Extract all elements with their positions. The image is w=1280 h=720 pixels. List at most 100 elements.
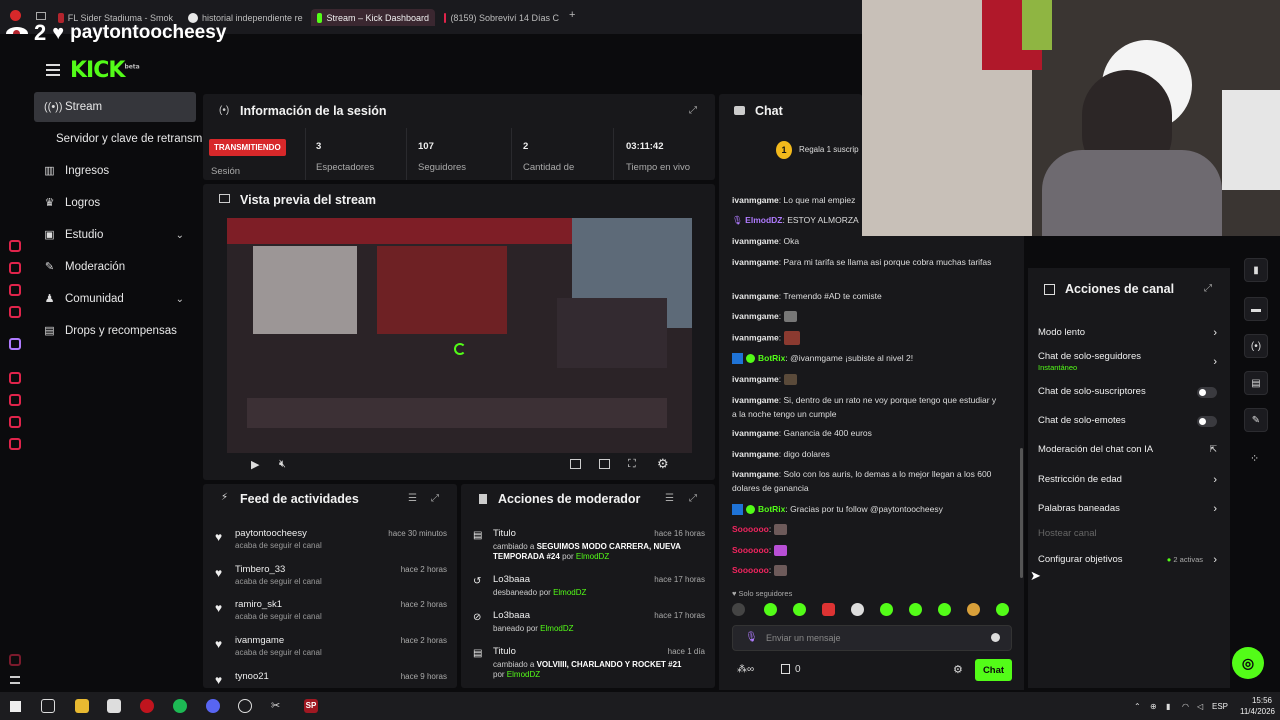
emote-icon[interactable] <box>822 603 835 616</box>
discord-icon[interactable] <box>206 699 220 713</box>
emote-icon <box>783 374 797 386</box>
chat-message-input[interactable]: 🎙︎ Enviar un mensaje <box>732 625 1012 651</box>
tray-volume-icon[interactable]: ◁ <box>1197 702 1203 711</box>
sidebar-item-moderacion[interactable]: ✎ Moderación <box>34 252 196 282</box>
emote-icon[interactable] <box>764 603 777 616</box>
action-age-restriction[interactable]: Restricción de edad › <box>1038 474 1223 486</box>
chat-scrollbar[interactable] <box>1020 448 1023 578</box>
expand-icon[interactable]: ⤢ <box>1204 283 1212 294</box>
capcut-icon[interactable]: ✂ <box>271 699 285 713</box>
new-tab-button[interactable]: + <box>569 9 575 21</box>
rail-item-icon[interactable] <box>9 394 21 406</box>
emote-icon[interactable] <box>851 603 864 616</box>
points-icon[interactable]: ⁂∞ <box>737 664 754 675</box>
rail-session-icon[interactable]: ▮ <box>1244 258 1268 282</box>
obs-icon[interactable] <box>238 699 252 713</box>
sidebar-item-ingresos[interactable]: ▥ Ingresos <box>34 156 196 186</box>
action-slow-mode[interactable]: Modo lento › <box>1038 327 1223 339</box>
play-icon[interactable]: ▶ <box>251 458 259 471</box>
kick-logo[interactable]: KICKbeta <box>70 58 140 83</box>
store-icon[interactable] <box>107 699 121 713</box>
tray-language[interactable]: ESP <box>1212 702 1228 711</box>
rail-item-icon[interactable] <box>9 438 21 450</box>
fullscreen-icon[interactable]: ⛶ <box>628 458 636 471</box>
tray-wifi-icon[interactable]: ◠ <box>1182 702 1189 711</box>
expand-icon[interactable]: ⤢ <box>689 105 697 116</box>
mute-icon[interactable]: 🔇︎ <box>279 458 286 471</box>
spotify-icon[interactable] <box>173 699 187 713</box>
heart-icon: ♥ <box>732 589 737 598</box>
emote-icon[interactable] <box>996 603 1009 616</box>
rail-item-icon[interactable] <box>9 372 21 384</box>
rail-chat-icon[interactable]: ▬ <box>1244 297 1268 321</box>
action-banned-words[interactable]: Palabras baneadas › <box>1038 503 1223 515</box>
list-item: ⊘ Lo3baaa hace 17 horas baneado por Elmo… <box>473 610 705 633</box>
overlay-username: paytontoocheesy <box>70 22 227 43</box>
tray-network-icon[interactable]: ⊕ <box>1150 702 1157 711</box>
emote-icon[interactable] <box>967 603 980 616</box>
mic-icon[interactable]: 🎙︎ <box>745 632 758 643</box>
stream-preview-video[interactable] <box>227 218 692 453</box>
task-view-icon[interactable] <box>41 699 55 713</box>
action-followers-only[interactable]: Chat de solo-seguidores Instantáneo › <box>1038 351 1223 375</box>
rail-users-icon[interactable]: ⁘ <box>1250 452 1259 465</box>
title-icon: ▤ <box>473 648 483 659</box>
live-status-badge: TRANSMITIENDO <box>209 139 286 156</box>
subscribers-only-toggle[interactable] <box>1197 387 1217 398</box>
sidebar-item-stream[interactable]: ((•)) Stream <box>34 92 196 122</box>
chat-message: ivanmgame: Para mi tarifa se llama asi p… <box>732 257 992 267</box>
rail-item-icon[interactable] <box>9 240 21 252</box>
rail-item-icon[interactable] <box>9 654 21 666</box>
action-ai-moderation[interactable]: Moderación del chat con IA ⇱ <box>1038 444 1223 455</box>
emote-icon[interactable] <box>732 603 745 616</box>
rail-item-icon[interactable] <box>9 416 21 428</box>
emote-icon[interactable] <box>880 603 893 616</box>
opera-gx-icon[interactable] <box>140 699 154 713</box>
gift-icon[interactable] <box>781 664 790 674</box>
sidebar-item-server-key[interactable]: Servidor y clave de retransmisión <box>34 124 202 154</box>
tab-list-icon[interactable] <box>36 12 46 20</box>
sidebar-item-drops[interactable]: ▤ Drops y recompensas <box>34 316 196 346</box>
rail-item-icon[interactable] <box>9 284 21 296</box>
rail-mod-icon[interactable]: ▤ <box>1244 371 1268 395</box>
gift-count-badge[interactable]: 1 <box>776 141 792 159</box>
emote-icon[interactable] <box>909 603 922 616</box>
file-explorer-icon[interactable] <box>75 699 89 713</box>
rail-menu-icon[interactable] <box>10 676 20 684</box>
help-headset-icon[interactable]: ◎ <box>1232 647 1264 679</box>
action-configure-goals[interactable]: Configurar objetivos ● 2 activas › <box>1038 554 1223 566</box>
theater-icon[interactable] <box>599 459 610 469</box>
emotes-only-toggle[interactable] <box>1197 416 1217 427</box>
emote-icon[interactable] <box>938 603 951 616</box>
sidebar-item-estudio[interactable]: ▣ Estudio ⌄ <box>34 220 196 250</box>
chat-send-button[interactable]: Chat <box>975 659 1012 681</box>
chat-settings-gear-icon[interactable]: ⚙ <box>953 663 963 676</box>
tray-chevron-icon[interactable]: ⌃ <box>1134 702 1141 711</box>
windows-start-icon[interactable] <box>10 701 21 712</box>
action-subscribers-only[interactable]: Chat de solo-suscriptores <box>1038 386 1223 398</box>
filter-icon[interactable]: ☰ <box>665 493 674 504</box>
sider-app-icon[interactable]: SP <box>304 699 318 713</box>
mini-player-icon[interactable] <box>570 459 581 469</box>
sidebar-item-comunidad[interactable]: ♟ Comunidad ⌄ <box>34 284 196 314</box>
tray-mic-icon[interactable]: ▮ <box>1166 702 1170 711</box>
gift-sub-text[interactable]: Regala 1 suscrip <box>799 145 862 154</box>
rail-broadcast-icon[interactable]: (•) <box>1244 334 1268 358</box>
rail-wrench-icon[interactable]: ✎ <box>1244 408 1268 432</box>
hamburger-menu-icon[interactable] <box>46 64 60 76</box>
emote-icon[interactable] <box>793 603 806 616</box>
settings-gear-icon[interactable]: ⚙ <box>657 456 669 472</box>
sidebar-item-logros[interactable]: ♛ Logros <box>34 188 196 218</box>
expand-icon[interactable]: ⤢ <box>689 493 697 504</box>
expand-icon[interactable]: ⤢ <box>431 493 439 504</box>
filter-icon[interactable]: ☰ <box>408 493 417 504</box>
browser-tab-youtube[interactable]: (8159) Sobreviví 14 Días C <box>444 9 559 26</box>
action-emotes-only[interactable]: Chat de solo-emotes <box>1038 415 1223 427</box>
emoji-icon[interactable] <box>991 633 1000 642</box>
browser-tab-kick-dashboard[interactable]: Stream – Kick Dashboard <box>311 9 435 26</box>
rail-item-icon[interactable] <box>9 306 21 318</box>
tray-clock[interactable]: 15:56 11/4/2026 <box>1240 695 1275 717</box>
chat-message: BotRix: @ivanmgame ¡subiste al nivel 2! <box>732 352 1000 366</box>
rail-twitch-icon[interactable] <box>9 338 21 350</box>
rail-item-icon[interactable] <box>9 262 21 274</box>
